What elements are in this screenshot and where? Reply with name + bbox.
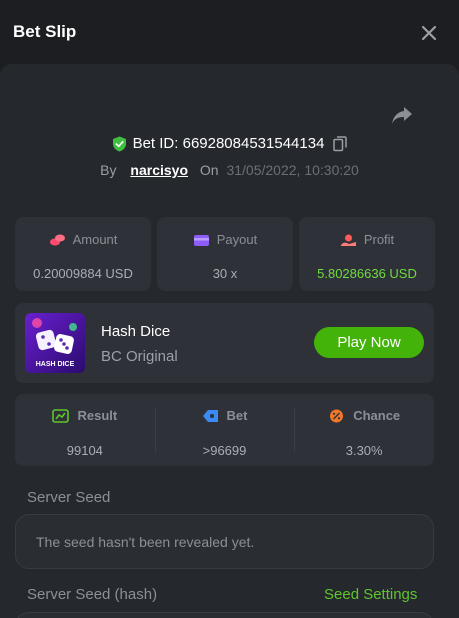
server-seed-hash-label: Server Seed (hash) [27, 586, 158, 603]
stat-payout-value: 30 x [212, 265, 238, 281]
coins-icon [49, 234, 65, 245]
result-icon [52, 408, 70, 423]
server-seed-hash-field[interactable] [15, 612, 434, 618]
header: Bet Slip [0, 0, 459, 64]
bet-id-row: Bet ID: 66928084531544134 [0, 135, 459, 155]
game-thumbnail[interactable]: HASH DICE [25, 313, 85, 373]
copy-icon[interactable] [333, 135, 348, 152]
stat-profit: Profit 5.80286636 USD [299, 217, 435, 291]
bet-datetime: 31/05/2022, 10:30:20 [226, 162, 359, 178]
detail-bet: Bet >96699 [154, 394, 295, 466]
game-provider: BC Original [101, 348, 178, 365]
detail-bet-label: Bet [226, 408, 248, 423]
page-title: Bet Slip [13, 22, 77, 41]
stat-amount-value: 0.20009884 USD [33, 265, 133, 281]
bet-tag-icon [202, 409, 218, 422]
detail-bet-value: >96699 [202, 442, 247, 458]
stat-payout: Payout 30 x [157, 217, 293, 291]
by-label: By [100, 162, 117, 178]
server-seed-label: Server Seed [27, 489, 111, 506]
profit-icon [340, 234, 356, 246]
thumbnail-caption: HASH DICE [36, 361, 75, 368]
play-now-button[interactable]: Play Now [314, 327, 424, 358]
detail-chance: Chance 3.30% [294, 394, 434, 466]
seed-settings-link[interactable]: Seed Settings [324, 586, 417, 603]
user-link[interactable]: narcisyo [130, 162, 188, 178]
bet-id: Bet ID: 66928084531544134 [132, 135, 325, 152]
bet-details: Result 99104 Bet >96699 Chance 3.30% [15, 394, 434, 466]
stat-amount: Amount 0.20009884 USD [15, 217, 151, 291]
detail-chance-label: Chance [353, 408, 401, 423]
stat-amount-label: Amount [72, 232, 118, 247]
server-seed-field[interactable]: The seed hasn't been revealed yet. [15, 514, 434, 569]
close-icon[interactable] [418, 22, 440, 44]
bet-stats: Amount 0.20009884 USD Payout 30 x Profit… [15, 217, 435, 291]
verified-shield-icon [112, 136, 126, 151]
share-icon[interactable] [391, 105, 413, 125]
stat-profit-label: Profit [363, 232, 395, 247]
game-card: HASH DICE Hash Dice BC Original Play Now [15, 303, 434, 383]
detail-result-label: Result [77, 408, 118, 423]
wallet-icon [193, 234, 209, 246]
game-name: Hash Dice [101, 323, 171, 340]
detail-chance-value: 3.30% [345, 442, 383, 458]
stat-payout-label: Payout [216, 232, 258, 247]
detail-result: Result 99104 [15, 394, 155, 466]
stat-profit-value: 5.80286636 USD [317, 265, 417, 281]
percent-icon [330, 409, 344, 422]
bet-author-row: By narcisyo On 31/05/2022, 10:30:20 [0, 162, 459, 178]
on-label: On [199, 162, 219, 178]
detail-result-value: 99104 [66, 442, 103, 458]
server-seed-text: The seed hasn't been revealed yet. [36, 534, 255, 550]
